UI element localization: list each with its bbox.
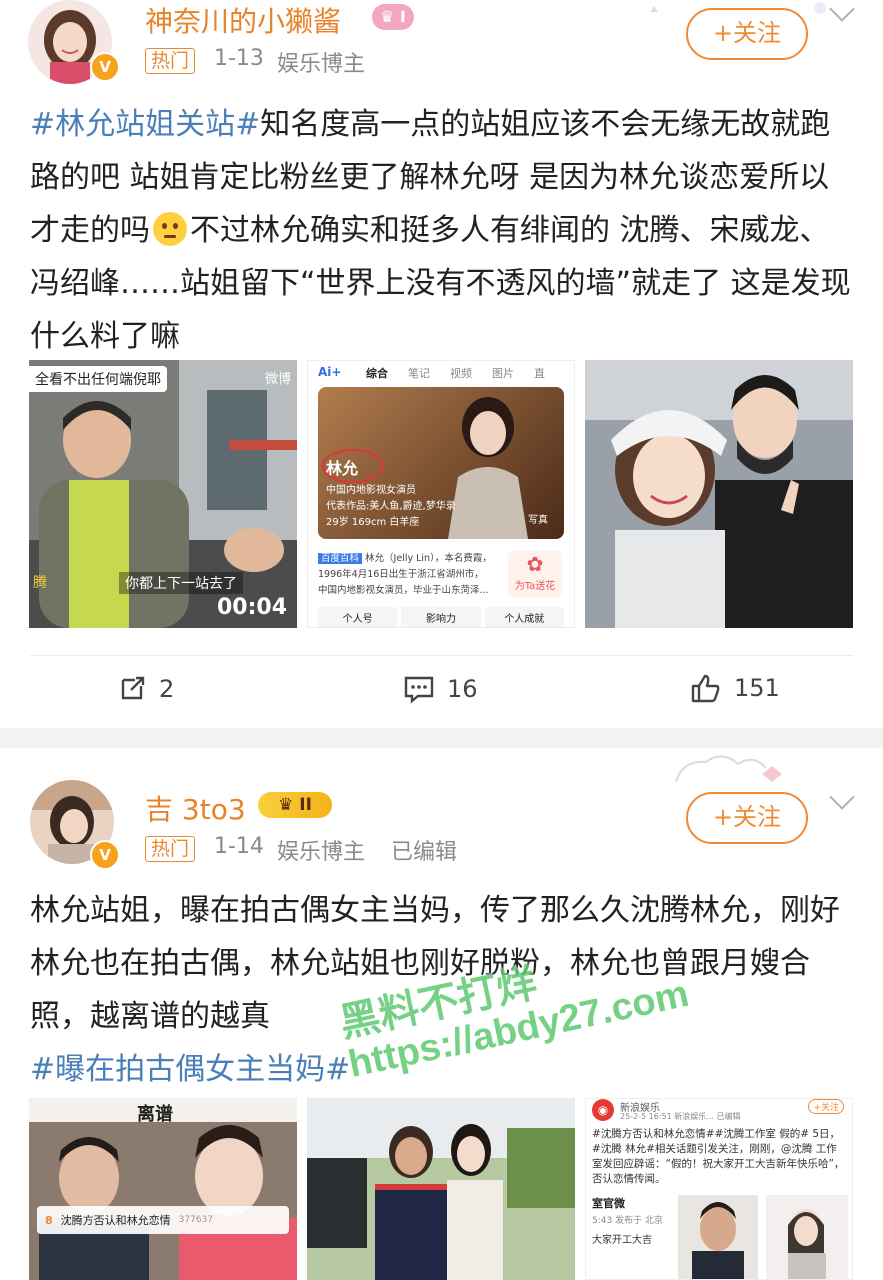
post-image-video[interactable]: 全看不出任何端倪耶 微博 腾 你都上下一站去了 00:04 <box>29 360 297 628</box>
verified-badge-icon: V <box>90 52 120 82</box>
follow-button[interactable]: +关注 <box>686 8 808 60</box>
flower-icon: ✿ <box>526 552 544 576</box>
ai-brand: Ai+ <box>318 365 342 379</box>
repost-icon <box>121 676 145 700</box>
hot-search-item: 8 沈腾方否认和林允恋情 377637 <box>37 1206 289 1234</box>
hashtag-link[interactable]: #曝在拍古偶女主当妈# <box>30 1052 350 1087</box>
hot-tag: 热门 <box>145 836 196 862</box>
comment-button[interactable]: 16 <box>403 674 478 704</box>
post-image-screenshot[interactable]: ◉ 新浪娱乐 +关注 25-2-5 16:51 新浪娱乐... 已编辑 #沈腾方… <box>585 1098 853 1280</box>
post-image-search[interactable]: Ai+ 综合 笔记 视频 图片 直 林允 中国内地影视女演员 代表作品:美人鱼,… <box>307 360 575 628</box>
follow-button[interactable]: +关注 <box>686 792 808 844</box>
username[interactable]: 吉 3to3 <box>145 788 246 828</box>
chevron-down-icon[interactable] <box>829 784 855 810</box>
like-button[interactable]: 151 <box>690 672 780 704</box>
user-category: 娱乐博主 <box>277 52 366 77</box>
post-date: 1-14 <box>214 834 264 859</box>
video-duration: 00:04 <box>216 595 287 620</box>
baike-snippet: 百度百科 林允（Jelly Lin），本名费霞， 1996年4月16日出生于浙江… <box>318 553 492 596</box>
news-photos <box>678 1195 848 1279</box>
post-date: 1-13 <box>214 46 264 71</box>
sina-logo-icon: ◉ <box>592 1099 614 1121</box>
post-separator <box>0 728 883 748</box>
weibo-post-1: V 神奈川的小獭酱 ♛ I 热门 1-13 娱乐博主 +关注 #林允站姐关站#知… <box>0 0 883 728</box>
repost-button[interactable]: 2 <box>117 674 174 704</box>
post-text: #林允站姐关站#知名度高一点的站姐应该不会无缘无故就跑路的吧 站姐肯定比粉丝更了… <box>30 107 851 354</box>
hot-tag: 热门 <box>145 48 196 74</box>
video-subtitle: 你都上下一站去了 <box>119 572 243 594</box>
edited-label: 已编辑 <box>391 840 458 865</box>
highlight-circle <box>322 449 384 483</box>
post-image-photo[interactable] <box>307 1098 575 1280</box>
thumbs-up-icon <box>691 674 720 703</box>
hashtag-link[interactable]: #林允站姐关站# <box>30 107 260 142</box>
video-caption-top: 全看不出任何端倪耶 <box>29 366 167 392</box>
decoration-icon <box>675 755 782 783</box>
weibo-logo: 微博 <box>265 372 292 387</box>
user-category: 娱乐博主 <box>277 840 366 865</box>
vip-badge-icon: ♛ I <box>372 4 414 30</box>
profile-card: 林允 中国内地影视女演员 代表作品:美人鱼,爵迹,梦华录 29岁 169cm 白… <box>318 387 564 539</box>
verified-badge-icon: V <box>90 840 120 870</box>
video-side-label: 腾 <box>33 575 47 591</box>
comment-icon <box>404 676 434 704</box>
send-flower-button[interactable]: ✿ 为Ta送花 <box>508 551 562 597</box>
username[interactable]: 神奈川的小獭酱 <box>145 0 341 40</box>
search-tabs: 综合 笔记 视频 图片 直 <box>366 367 545 380</box>
level-badge-icon: ♛ II <box>258 792 332 818</box>
image-top-text: 离谱 <box>137 1104 173 1125</box>
profile-buttons: 个人号 影响力 个人成就 <box>318 607 564 627</box>
post-image-selfie[interactable] <box>585 360 853 628</box>
post-image-news[interactable]: 离谱 8 沈腾方否认和林允恋情 377637 <box>29 1098 297 1280</box>
thinking-face-icon <box>153 212 187 246</box>
